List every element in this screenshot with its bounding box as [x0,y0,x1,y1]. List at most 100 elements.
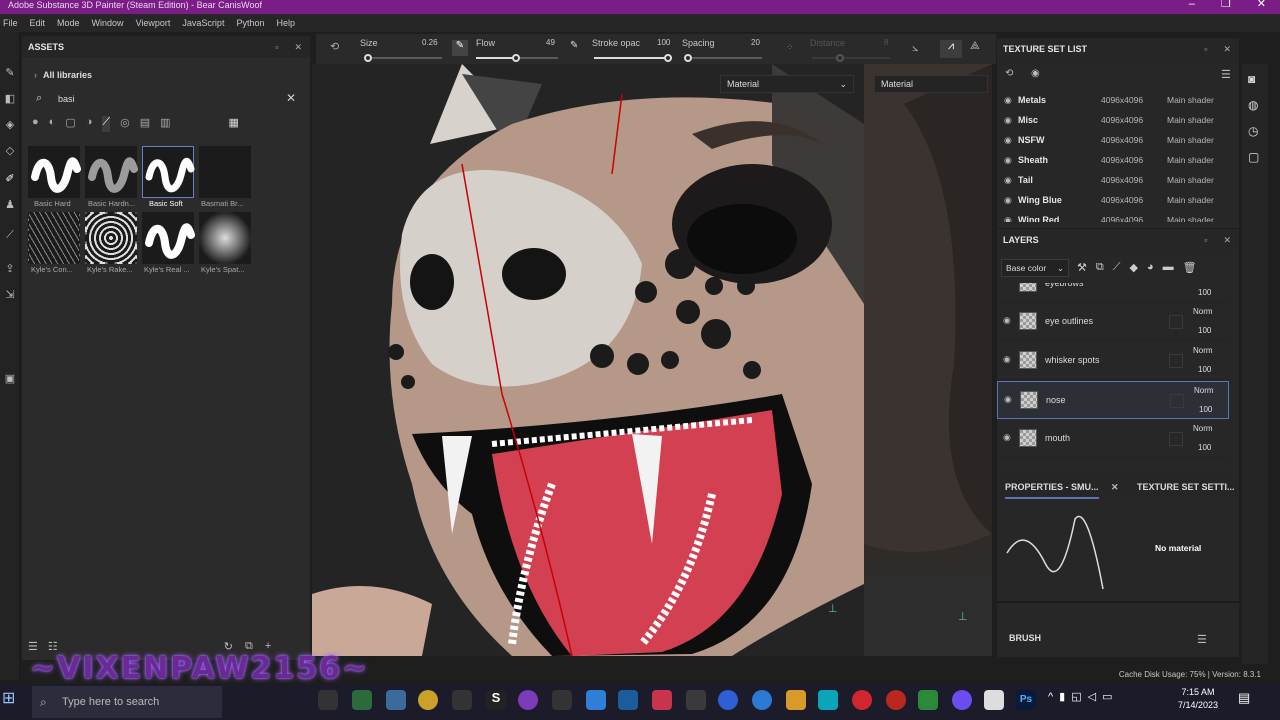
substance-icon[interactable]: S [486,690,506,710]
bake-icon[interactable]: ⇪ [3,262,17,276]
size-slider-handle[interactable] [364,54,372,62]
channel-select[interactable]: Base color ⌄ [1001,259,1069,277]
taskbar-clock[interactable]: 7:15 AM 7/14/2023 [1172,686,1224,712]
layer-blend[interactable]: Norm [1193,346,1213,355]
app-icon[interactable] [352,690,372,710]
eye-icon[interactable]: ◉ [1004,110,1012,130]
settings-icon[interactable]: ⟲ [1005,68,1013,79]
start-icon[interactable]: ⊞ [2,688,15,708]
visibility-icon[interactable]: ◉ [1031,68,1040,79]
add-paint-layer-icon[interactable]: ⟋ [1113,261,1121,274]
taskbar-search-input[interactable]: Type here to search [62,696,159,708]
float-icon[interactable]: ▫ [1204,38,1207,60]
add-fill-layer-icon[interactable]: ◆ [1129,261,1137,274]
eye-icon[interactable]: ◉ [1004,210,1012,222]
layer-mask[interactable] [1169,315,1183,329]
texture-set-row[interactable]: ◉ NSFW 4096x4096 Main shader [997,130,1239,150]
eye-icon[interactable]: ◉ [1004,170,1012,190]
texture-set-shader[interactable]: Main shader [1167,170,1214,190]
brush-thumb-kyles-con[interactable] [28,212,80,264]
distance-slider-handle[interactable] [836,54,844,62]
eraser-icon[interactable]: ◧ [3,92,17,106]
app-icon[interactable] [686,690,706,710]
app-icon[interactable] [518,690,538,710]
brush-thumb-basic-soft[interactable] [142,146,195,198]
app-icon[interactable] [918,690,938,710]
layer-mask[interactable] [1170,394,1184,408]
brush-thumb-basmati[interactable] [199,146,251,198]
add-effect-icon[interactable]: ⧉ [1096,261,1104,274]
log-icon[interactable]: ▢ [1248,150,1259,164]
add-folder-icon[interactable]: ▬ [1163,261,1174,274]
layer-opacity[interactable]: 100 [1198,288,1211,297]
eye-icon[interactable]: ◉ [1004,150,1012,170]
brush-thumb-kyles-spat[interactable] [199,212,251,264]
filter-filter-icon[interactable]: ▥ [160,116,170,132]
texture-set-row[interactable]: ◉ Misc 4096x4096 Main shader [997,110,1239,130]
material-filter-icon[interactable]: ● [32,116,39,132]
close-icon[interactable]: ✕ [1257,0,1266,10]
clear-search-icon[interactable]: ✕ [286,91,296,105]
stroke-slider[interactable] [594,54,672,62]
2d-viewport[interactable]: Material ⊥ [864,64,992,656]
add-mask-icon[interactable]: ◕ [1147,261,1154,274]
grid-view-icon[interactable]: ▦ [229,116,239,132]
delete-icon[interactable]: 🗑 [1183,261,1197,274]
flow-slider-handle[interactable] [512,54,520,62]
eye-icon[interactable]: ◉ [1003,432,1011,443]
menu-file[interactable]: File [0,18,27,28]
particle-filter-icon[interactable]: ◎ [120,116,130,132]
brush-thumb-basic-hardness[interactable] [85,146,138,198]
tool-extra-icon[interactable]: ⇲ [3,288,17,302]
layer-blend[interactable]: Norm [1193,424,1213,433]
layer-row[interactable]: ◉ mouth Norm 100 [997,420,1229,458]
close-panel-icon[interactable]: ✕ [294,36,302,58]
layer-opacity[interactable]: 100 [1199,405,1212,414]
display-settings-icon[interactable]: ◙ [1248,72,1255,86]
lazy-mouse-icon[interactable]: ⁘ [786,42,794,53]
float-icon[interactable]: ▫ [1204,229,1207,251]
shader-settings-icon[interactable]: ◍ [1248,98,1258,112]
layer-row[interactable]: ◉ whisker spots Norm 100 [997,342,1229,380]
app-icon[interactable] [984,690,1004,710]
texture-filter-icon[interactable]: ▢ [65,116,75,132]
texture-set-row[interactable]: ◉ Wing Red 4096x4096 Main shader [997,210,1239,222]
app-icon[interactable] [552,690,572,710]
pressure-flow-icon[interactable]: ✎ [570,40,578,51]
tray-icons[interactable]: ^▮◱◁▭ [1048,690,1118,703]
wand-icon[interactable]: ⚒ [1077,261,1087,274]
brush-thumb-kyles-rake[interactable] [85,212,137,264]
app-icon[interactable] [818,690,838,710]
picker-icon[interactable]: ⟋ [3,228,17,242]
alpha-filter-icon[interactable]: ◑ [86,116,93,132]
brush-filter-icon[interactable]: ⟋ [102,116,111,132]
menu-edit[interactable]: Edit [27,18,55,28]
texture-set-shader[interactable]: Main shader [1167,150,1214,170]
menu-viewport[interactable]: Viewport [133,18,180,28]
layer-row[interactable]: ◉ eye outlines Norm 100 [997,303,1229,341]
minimize-icon[interactable]: – [1189,0,1195,10]
app-icon[interactable] [786,690,806,710]
texture-set-shader[interactable]: Main shader [1167,210,1214,222]
brush-thumb-kyles-real[interactable] [142,212,195,264]
texture-set-row[interactable]: ◉ Tail 4096x4096 Main shader [997,170,1239,190]
app-icon[interactable] [886,690,906,710]
brush-thumb-basic-hard[interactable] [28,146,81,198]
close-panel-icon[interactable]: ✕ [1223,38,1231,60]
stroke-slider-handle[interactable] [664,54,672,62]
tab-texture-set-settings[interactable]: TEXTURE SET SETTI... [1137,477,1235,497]
flow-slider[interactable] [476,54,558,62]
distance-slider[interactable] [812,54,890,62]
search-input[interactable]: basi [58,94,75,104]
restore-icon[interactable]: ❐ [1221,0,1231,10]
texture-set-row[interactable]: ◉ Metals 4096x4096 Main shader [997,90,1239,110]
library-breadcrumb[interactable]: › All libraries [34,70,92,80]
environment-filter-icon[interactable]: ▤ [140,116,150,132]
layer-opacity[interactable]: 100 [1198,326,1211,335]
symmetry-icon[interactable]: ⟲ [330,40,339,53]
layer-mask[interactable] [1169,354,1183,368]
browser-icon[interactable] [418,690,438,710]
eye-icon[interactable]: ◉ [1003,315,1011,326]
app-icon[interactable] [386,690,406,710]
eye-icon[interactable]: ◉ [1004,190,1012,210]
